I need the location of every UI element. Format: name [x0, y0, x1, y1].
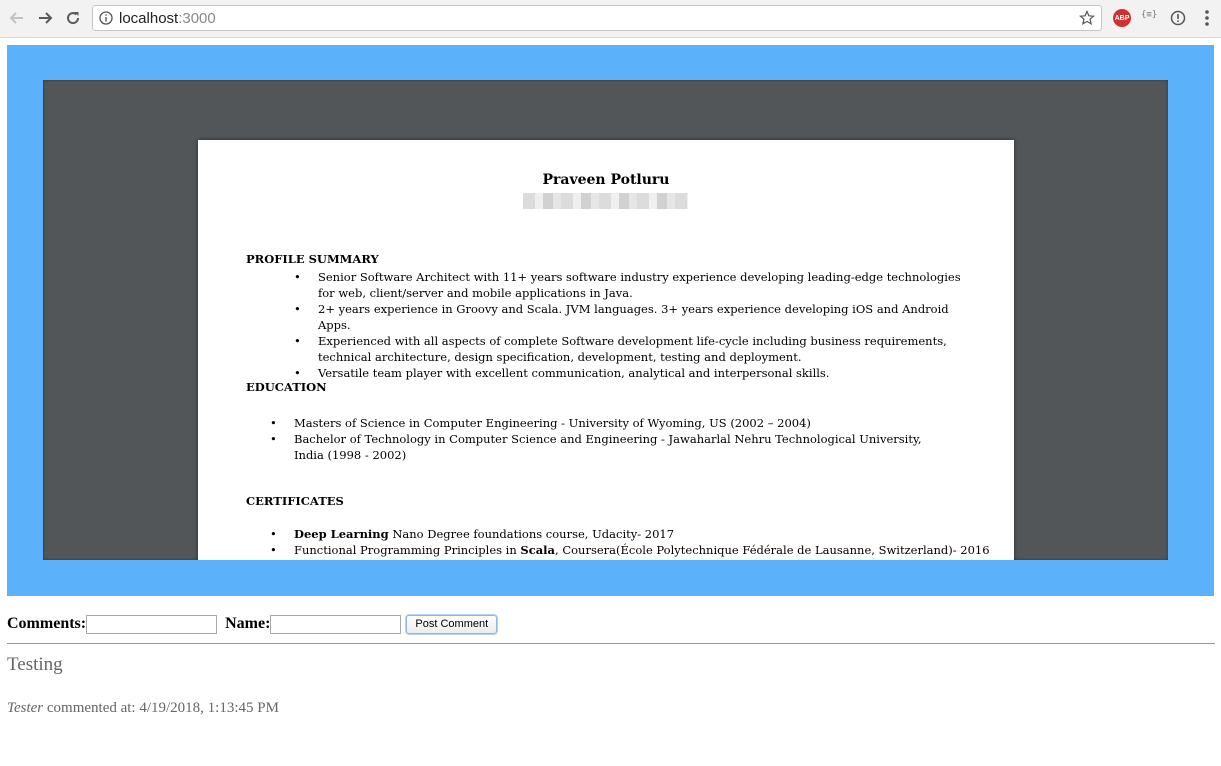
extension-info-icon[interactable] — [1170, 10, 1186, 26]
forward-button[interactable] — [34, 7, 56, 29]
list-item: Experienced with all aspects of complete… — [294, 333, 968, 365]
comment-form: Comments: Name: Post Comment — [7, 612, 1217, 636]
comment-text: Testing — [7, 654, 63, 675]
list-item: Masters of Science in Computer Engineeri… — [270, 415, 954, 431]
education-list: Masters of Science in Computer Engineeri… — [270, 415, 954, 463]
url-host: localhost — [119, 9, 179, 27]
certificate-highlight: Scala — [520, 543, 556, 557]
certificate-highlight: Deep Learning — [294, 527, 389, 541]
comments-label: Comments: — [7, 615, 87, 632]
profile-summary-list: Senior Software Architect with 11+ years… — [294, 269, 968, 381]
education-title: EDUCATION — [246, 380, 327, 394]
comment-meta: Tester commented at: 4/19/2018, 1:13:45 … — [7, 700, 279, 717]
resume-name: Praveen Potluru — [542, 172, 670, 188]
profile-summary-title: PROFILE SUMMARY — [246, 252, 379, 266]
bookmark-star-icon[interactable] — [1079, 10, 1095, 26]
certificates-list: Deep Learning Nano Degree foundations co… — [270, 526, 994, 558]
browser-toolbar: localhost:3000 ABP {≡} — [0, 0, 1221, 38]
name-input[interactable] — [270, 614, 402, 634]
certificate-text: Functional Programming Principles in — [294, 543, 521, 557]
json-viewer-extension-icon[interactable]: {≡} — [1141, 10, 1157, 20]
certificates-title: CERTIFICATES — [246, 494, 344, 508]
address-bar[interactable]: localhost:3000 — [92, 5, 1102, 31]
adblock-extension-icon[interactable]: ABP — [1113, 9, 1131, 27]
post-comment-button[interactable]: Post Comment — [406, 614, 498, 634]
reload-icon — [67, 12, 80, 25]
list-item: Versatile team player with excellent com… — [294, 365, 968, 381]
pdf-viewer[interactable]: Praveen Potluru PROFILE SUMMARY Senior S… — [43, 80, 1168, 560]
divider — [7, 643, 1215, 644]
comment-author: Tester — [7, 700, 44, 716]
menu-dots-icon[interactable] — [1200, 9, 1214, 27]
list-item: 2+ years experience in Groovy and Scala.… — [294, 301, 968, 333]
certificate-text: Nano Degree foundations course, Udacity-… — [388, 527, 675, 541]
certificate-text: , Coursera(École Polytechnique Fédérale … — [555, 543, 990, 557]
reload-button[interactable] — [62, 7, 84, 29]
back-arrow-icon — [9, 12, 23, 24]
list-item: Senior Software Architect with 11+ years… — [294, 269, 968, 301]
list-item: Bachelor of Technology in Computer Scien… — [270, 431, 954, 463]
url-port: :3000 — [178, 9, 216, 27]
pdf-page: Praveen Potluru PROFILE SUMMARY Senior S… — [198, 140, 1014, 560]
comments-input[interactable] — [86, 614, 218, 634]
name-label: Name: — [225, 615, 271, 632]
forward-arrow-icon — [39, 12, 53, 24]
url-text: localhost:3000 — [119, 10, 216, 27]
redacted-contact-info — [523, 193, 688, 209]
back-button[interactable] — [6, 7, 28, 29]
list-item: Deep Learning Nano Degree foundations co… — [270, 526, 994, 542]
info-icon[interactable] — [99, 11, 113, 25]
comment-timestamp: commented at: 4/19/2018, 1:13:45 PM — [43, 700, 279, 716]
list-item: Functional Programming Principles in Sca… — [270, 542, 994, 558]
